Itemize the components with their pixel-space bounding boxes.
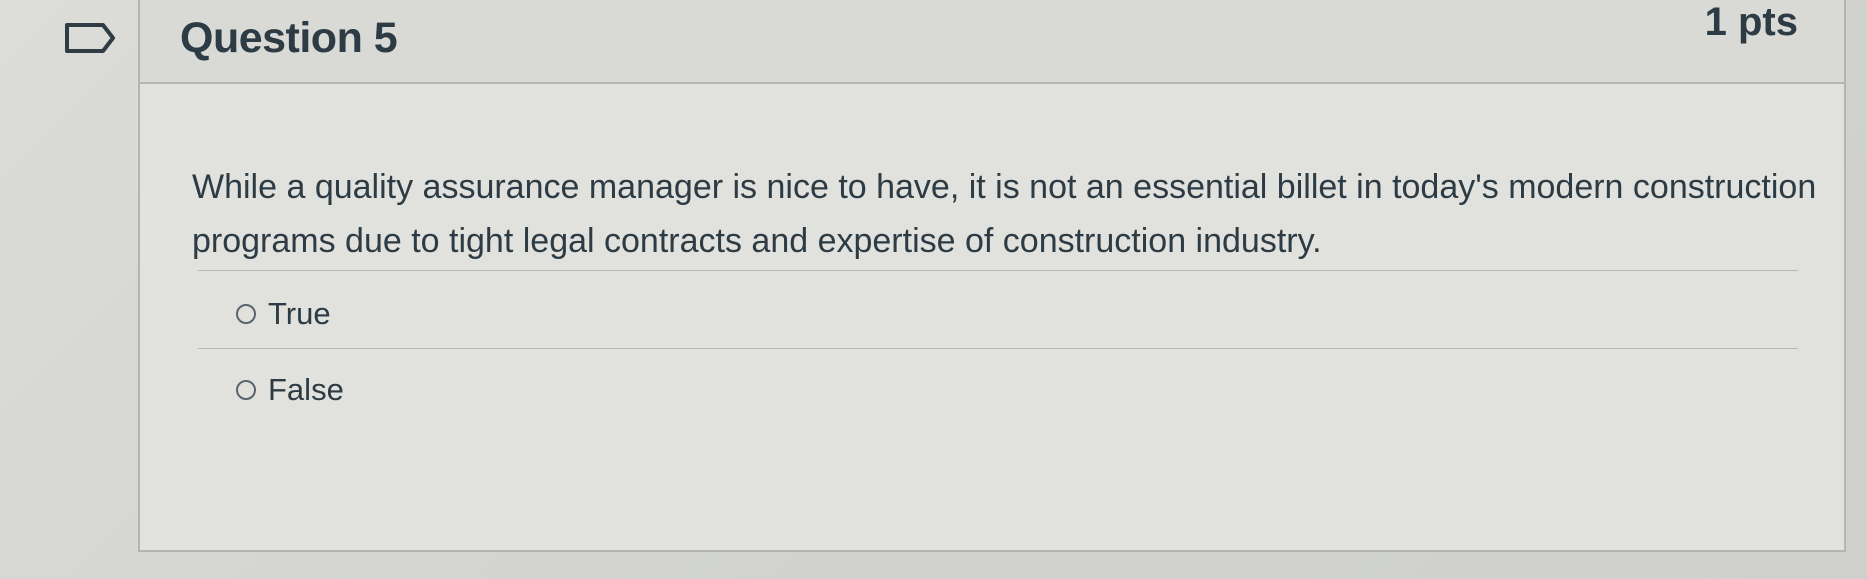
question-text: While a quality assurance manager is nic…: [192, 168, 1817, 260]
flag-question-button[interactable]: [62, 20, 118, 56]
radio-false[interactable]: [236, 380, 256, 400]
answer-label-false: False: [268, 372, 344, 407]
question-body: While a quality assurance manager is nic…: [168, 84, 1816, 544]
radio-true[interactable]: [236, 304, 256, 324]
answer-label-true: True: [268, 296, 331, 331]
answer-option-false[interactable]: False: [236, 372, 344, 408]
question-card: Question 5 1 pts While a quality assuran…: [138, 0, 1846, 552]
answer-divider: [198, 270, 1798, 271]
question-points: 1 pts: [1704, 0, 1798, 44]
answer-option-true[interactable]: True: [236, 296, 331, 332]
question-title: Question 5: [180, 14, 398, 62]
quiz-page: Question 5 1 pts While a quality assuran…: [0, 0, 1867, 579]
bookmark-flag-icon: [65, 23, 115, 53]
question-header: Question 5 1 pts: [140, 0, 1844, 84]
answer-divider: [198, 348, 1798, 349]
